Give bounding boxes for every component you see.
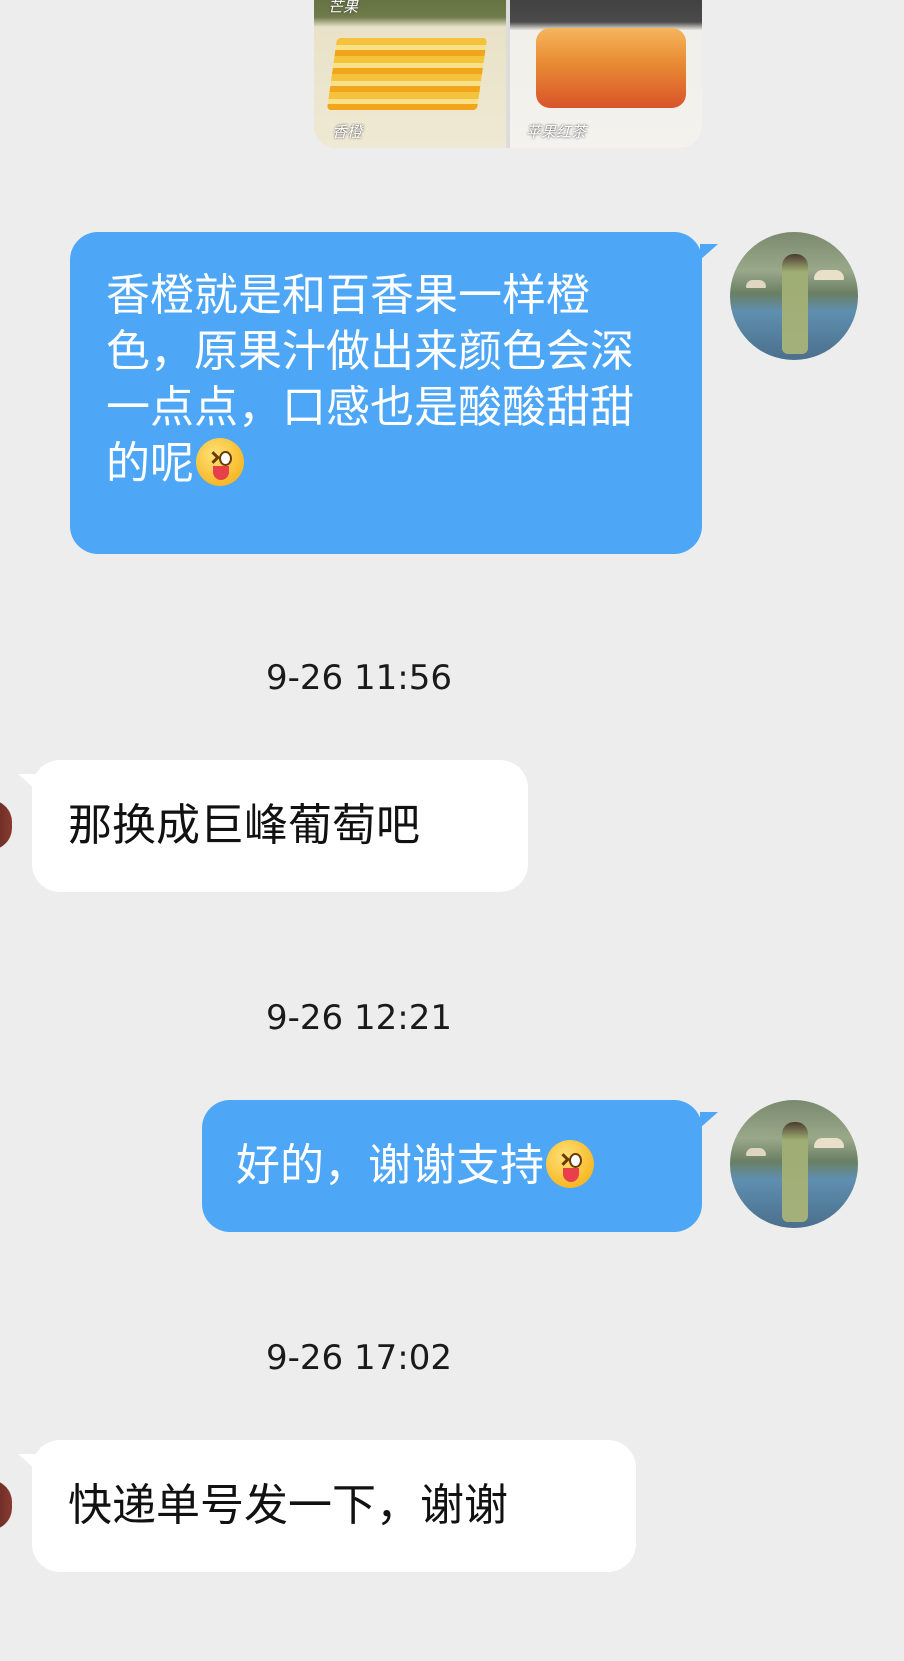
image-caption-left: 香橙 [332,123,363,141]
message-bubble-mine[interactable]: 好的，谢谢支持 [202,1100,702,1232]
peer-avatar[interactable] [0,800,12,850]
timestamp: 9-26 12:21 [266,998,452,1038]
message-text: 快递单号发一下，谢谢 [68,1480,508,1531]
tongue-wink-emoji-icon [196,438,244,486]
peer-avatar[interactable] [0,1480,12,1530]
my-avatar[interactable] [730,232,858,360]
orange-jelly-cake [536,28,686,108]
image-caption-top: 芒果 [328,0,359,16]
message-text: 香橙就是和百香果一样橙色，原果汁做出来颜色会深一点点，口感也是酸酸甜甜的呢 [106,270,634,489]
image-right-panel: 苹果红茶 [510,0,702,148]
timestamp: 9-26 11:56 [266,658,452,698]
message-bubble-peer[interactable]: 那换成巨峰葡萄吧 [32,760,528,892]
timestamp: 9-26 17:02 [266,1338,452,1378]
my-avatar[interactable] [730,1100,858,1228]
bubble-tail [700,1112,718,1128]
message-bubble-mine[interactable]: 香橙就是和百香果一样橙色，原果汁做出来颜色会深一点点，口感也是酸酸甜甜的呢 [70,232,702,554]
image-left-panel: 芒果 香橙 [314,0,506,148]
tongue-wink-emoji-icon [546,1140,594,1188]
message-text: 那换成巨峰葡萄吧 [68,800,420,851]
image-caption-right: 苹果红茶 [526,123,587,141]
message-bubble-peer[interactable]: 快递单号发一下，谢谢 [32,1440,636,1572]
image-message[interactable]: 芒果 香橙 苹果红茶 [314,0,702,148]
bubble-tail [700,244,718,260]
layered-jelly-cake [326,38,488,110]
message-text: 好的，谢谢支持 [236,1140,544,1191]
